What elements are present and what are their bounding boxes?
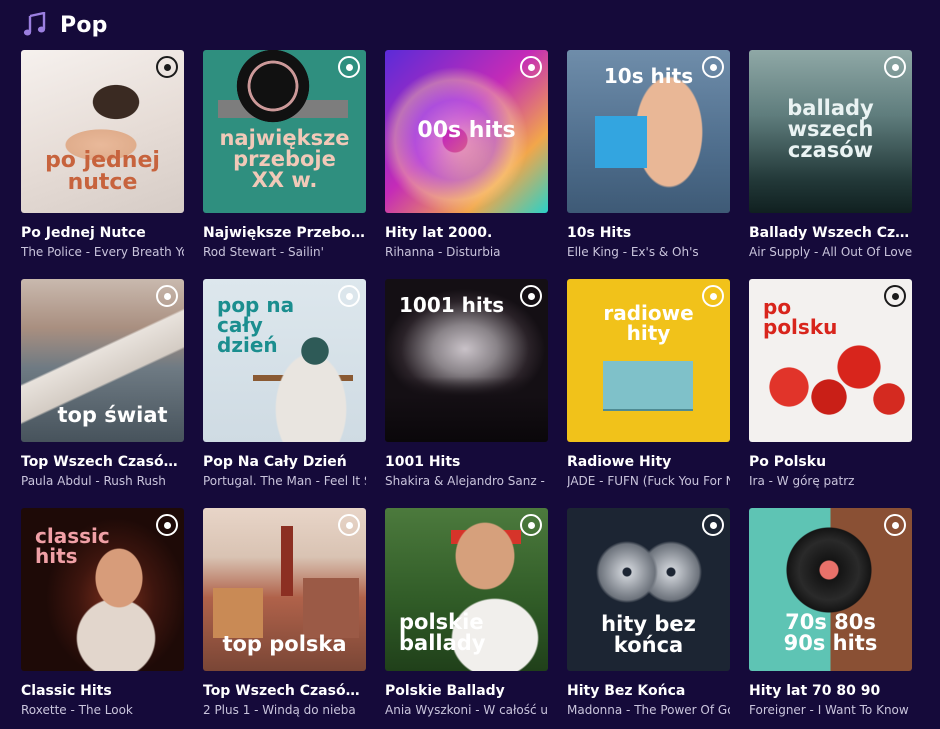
- playlist-subtitle: Madonna - The Power Of Good-Bye: [567, 703, 730, 717]
- cover-text: po jednej nutce: [45, 148, 160, 195]
- cover-text: top świat: [57, 403, 168, 427]
- playlist-card-hity-lat-2000[interactable]: 00s hits Hity lat 2000. Rihanna - Distur…: [385, 50, 548, 259]
- playlist-cover[interactable]: po jednej nutce: [21, 50, 184, 213]
- cover-text: polskie ballady: [399, 610, 486, 655]
- play-icon[interactable]: [702, 514, 724, 536]
- playlist-cover[interactable]: 1001 hits: [385, 279, 548, 442]
- play-icon[interactable]: [520, 514, 542, 536]
- playlist-card-hity-bez-konca[interactable]: hity bez końca Hity Bez Końca Madonna - …: [567, 508, 730, 717]
- playlist-title[interactable]: Hity lat 70 80 90: [749, 683, 912, 699]
- playlist-subtitle: Elle King - Ex's & Oh's: [567, 245, 699, 259]
- playlist-cover[interactable]: największe przeboje XX w.: [203, 50, 366, 213]
- playlist-title[interactable]: Polskie Ballady: [385, 683, 548, 699]
- playlist-card-10s-hits[interactable]: 10s hits 10s Hits Elle King - Ex's & Oh'…: [567, 50, 730, 259]
- playlist-card-classic-hits[interactable]: classic hits Classic Hits Roxette - The …: [21, 508, 184, 717]
- playlist-card-radiowe-hity[interactable]: radiowe hity Radiowe Hity JADE - FUFN (F…: [567, 279, 730, 488]
- section-title: Pop: [60, 12, 108, 38]
- playlist-subtitle: The Police - Every Breath You Take: [21, 245, 184, 259]
- play-icon[interactable]: [338, 285, 360, 307]
- playlist-card-1001-hits[interactable]: 1001 hits 1001 Hits Shakira & Alejandro …: [385, 279, 548, 488]
- cover-text: 1001 hits: [399, 293, 505, 317]
- playlist-card-najwieksze-przeboje[interactable]: największe przeboje XX w. Największe Prz…: [203, 50, 366, 259]
- playlist-subtitle: Shakira & Alejandro Sanz - La Tortura: [385, 474, 548, 488]
- cover-text: największe przeboje XX w.: [219, 126, 350, 192]
- cover-text: classic hits: [35, 524, 110, 568]
- play-icon[interactable]: [520, 285, 542, 307]
- playlist-title[interactable]: Radiowe Hity: [567, 454, 730, 470]
- playlist-card-top-swiat[interactable]: top świat Top Wszech Czasów - Świat Paul…: [21, 279, 184, 488]
- playlist-subtitle: Portugal. The Man - Feel It Still: [203, 474, 366, 488]
- playlist-title[interactable]: Po Jednej Nutce: [21, 225, 184, 241]
- cover-text: ballady wszech czasów: [787, 96, 874, 162]
- playlist-cover[interactable]: top świat: [21, 279, 184, 442]
- playlist-title[interactable]: Po Polsku: [749, 454, 912, 470]
- playlist-grid: po jednej nutce Po Jednej Nutce The Poli…: [21, 50, 912, 717]
- playlist-card-polskie-ballady[interactable]: polskie ballady Polskie Ballady Ania Wys…: [385, 508, 548, 717]
- cover-text: radiowe hity: [603, 301, 694, 345]
- cover-text: hity bez końca: [601, 612, 696, 657]
- playlist-cover[interactable]: 70s 80s 90s hits: [749, 508, 912, 671]
- playlist-card-top-polska[interactable]: top polska Top Wszech Czasów - Polska 2 …: [203, 508, 366, 717]
- playlist-cover[interactable]: po polsku: [749, 279, 912, 442]
- playlist-subtitle: Foreigner - I Want To Know: [749, 703, 909, 717]
- playlist-subtitle: Ania Wyszkoni - W całość ułożyć: [385, 703, 548, 717]
- play-icon[interactable]: [702, 56, 724, 78]
- playlist-title[interactable]: Ballady Wszech Czasów: [749, 225, 912, 241]
- playlist-title[interactable]: 1001 Hits: [385, 454, 548, 470]
- playlist-cover[interactable]: 10s hits: [567, 50, 730, 213]
- play-icon[interactable]: [884, 514, 906, 536]
- cover-text: po polsku: [763, 295, 838, 339]
- playlist-cover[interactable]: pop na cały dzień: [203, 279, 366, 442]
- playlist-cover[interactable]: classic hits: [21, 508, 184, 671]
- playlist-title[interactable]: Pop Na Cały Dzień: [203, 454, 366, 470]
- play-icon[interactable]: [884, 56, 906, 78]
- playlist-cover[interactable]: hity bez końca: [567, 508, 730, 671]
- play-icon[interactable]: [338, 56, 360, 78]
- play-icon[interactable]: [156, 56, 178, 78]
- playlist-title[interactable]: Classic Hits: [21, 683, 184, 699]
- playlist-title[interactable]: Największe Przeboje XX w.: [203, 225, 366, 241]
- playlist-card-ballady-wszech-czasow[interactable]: ballady wszech czasów Ballady Wszech Cza…: [749, 50, 912, 259]
- play-icon[interactable]: [156, 514, 178, 536]
- playlist-subtitle: Roxette - The Look: [21, 703, 133, 717]
- cover-text: pop na cały dzień: [217, 293, 295, 357]
- playlist-title[interactable]: Top Wszech Czasów - Polska: [203, 683, 366, 699]
- playlist-subtitle: Air Supply - All Out Of Love: [749, 245, 912, 259]
- playlist-card-po-jednej-nutce[interactable]: po jednej nutce Po Jednej Nutce The Poli…: [21, 50, 184, 259]
- playlist-cover[interactable]: 00s hits: [385, 50, 548, 213]
- playlist-cover[interactable]: ballady wszech czasów: [749, 50, 912, 213]
- playlist-card-pop-na-caly-dzien[interactable]: pop na cały dzień Pop Na Cały Dzień Port…: [203, 279, 366, 488]
- playlist-title[interactable]: Hity Bez Końca: [567, 683, 730, 699]
- playlist-cover[interactable]: polskie ballady: [385, 508, 548, 671]
- playlist-cover[interactable]: radiowe hity: [567, 279, 730, 442]
- cover-text: 00s hits: [417, 118, 516, 143]
- play-icon[interactable]: [520, 56, 542, 78]
- play-icon[interactable]: [884, 285, 906, 307]
- playlist-subtitle: JADE - FUFN (Fuck You For Now): [567, 474, 730, 488]
- playlist-title[interactable]: Hity lat 2000.: [385, 225, 548, 241]
- play-icon[interactable]: [338, 514, 360, 536]
- playlist-subtitle: Rihanna - Disturbia: [385, 245, 501, 259]
- music-notes-icon: [23, 12, 46, 36]
- playlist-title[interactable]: 10s Hits: [567, 225, 730, 241]
- playlist-card-po-polsku[interactable]: po polsku Po Polsku Ira - W górę patrz: [749, 279, 912, 488]
- section-header: Pop: [22, 8, 108, 42]
- playlist-cover[interactable]: top polska: [203, 508, 366, 671]
- playlist-subtitle: Paula Abdul - Rush Rush: [21, 474, 166, 488]
- playlist-subtitle: Rod Stewart - Sailin': [203, 245, 324, 259]
- play-icon[interactable]: [702, 285, 724, 307]
- playlist-card-hity-lat-70-80-90[interactable]: 70s 80s 90s hits Hity lat 70 80 90 Forei…: [749, 508, 912, 717]
- playlist-subtitle: Ira - W górę patrz: [749, 474, 855, 488]
- cover-text: top polska: [222, 632, 347, 656]
- playlist-subtitle: 2 Plus 1 - Windą do nieba: [203, 703, 356, 717]
- play-icon[interactable]: [156, 285, 178, 307]
- cover-text: 70s 80s 90s hits: [783, 610, 878, 655]
- playlist-title[interactable]: Top Wszech Czasów - Świat: [21, 454, 184, 470]
